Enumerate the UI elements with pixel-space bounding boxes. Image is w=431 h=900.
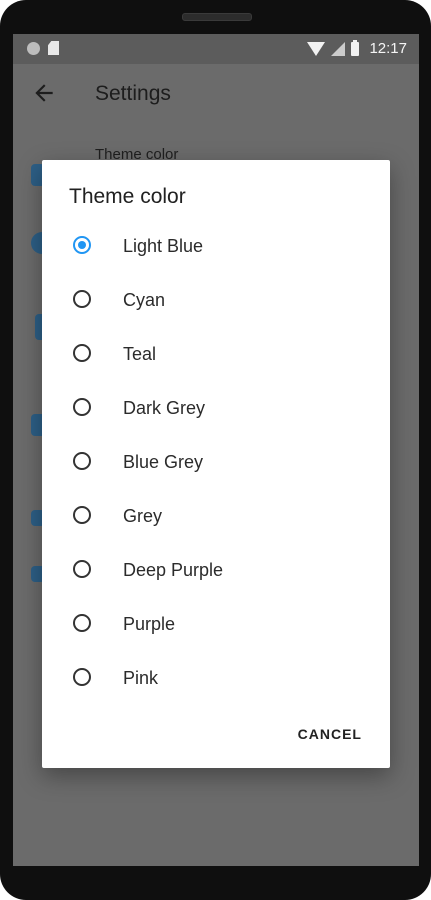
sd-card-icon [48, 41, 59, 55]
arrow-back-icon[interactable] [31, 80, 57, 106]
option-label: Purple [123, 614, 176, 634]
signal-icon [331, 41, 346, 56]
option-blue-grey[interactable]: Blue Grey [42, 436, 390, 490]
status-bar: 12:17 [13, 34, 419, 64]
screen: 12:17 Settings Theme color Theme color L… [13, 34, 419, 866]
theme-color-dialog: Theme color Light Blue Cyan Teal Dark Gr… [42, 160, 390, 768]
radio-button[interactable] [73, 560, 91, 578]
status-clock: 12:17 [369, 40, 407, 57]
option-label: Dark Grey [123, 398, 206, 418]
option-label: Pink [123, 668, 159, 688]
radio-button-checked[interactable] [73, 236, 91, 254]
radio-button[interactable] [73, 452, 91, 470]
dialog-title: Theme color [69, 185, 186, 208]
option-label: Teal [123, 344, 157, 364]
theme-color-options: Light Blue Cyan Teal Dark Grey Blue Grey [42, 220, 390, 706]
option-label: Deep Purple [123, 560, 224, 580]
speaker-grille [182, 13, 252, 21]
radio-button[interactable] [73, 614, 91, 632]
option-teal[interactable]: Teal [42, 328, 390, 382]
radio-button[interactable] [73, 344, 91, 362]
option-label: Light Blue [123, 236, 204, 256]
cancel-button[interactable]: CANCEL [298, 726, 362, 742]
option-purple[interactable]: Purple [42, 598, 390, 652]
app-toolbar: Settings [13, 64, 419, 122]
option-grey[interactable]: Grey [42, 490, 390, 544]
option-dark-grey[interactable]: Dark Grey [42, 382, 390, 436]
option-deep-purple[interactable]: Deep Purple [42, 544, 390, 598]
option-light-blue[interactable]: Light Blue [42, 220, 390, 274]
toolbar-title: Settings [95, 82, 171, 105]
phone-frame: 12:17 Settings Theme color Theme color L… [0, 0, 431, 900]
battery-icon [351, 39, 360, 56]
option-label: Grey [123, 506, 163, 526]
option-pink[interactable]: Pink [42, 652, 390, 706]
notification-dot-icon [27, 41, 40, 55]
wifi-icon [307, 41, 326, 56]
option-label: Cyan [123, 290, 166, 310]
option-cyan[interactable]: Cyan [42, 274, 390, 328]
radio-button[interactable] [73, 668, 91, 686]
radio-button[interactable] [73, 398, 91, 416]
option-label: Blue Grey [123, 452, 204, 472]
radio-button[interactable] [73, 506, 91, 524]
radio-button[interactable] [73, 290, 91, 308]
